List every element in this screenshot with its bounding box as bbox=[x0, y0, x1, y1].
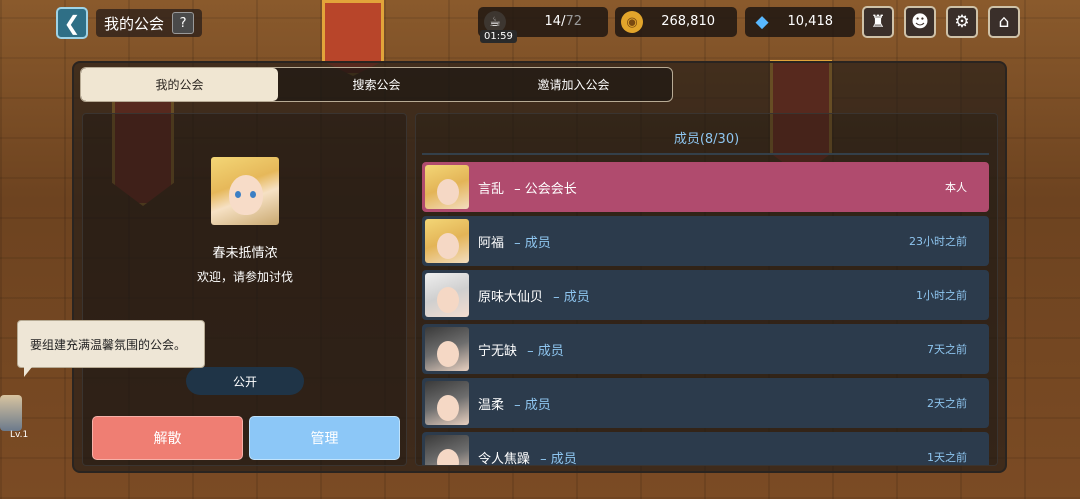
top-bar: ❮ 我的公会 ? ☕ 14/72 01:59 ◉ 268,810 ◆ 10,41… bbox=[0, 0, 1080, 46]
member-role-label: 成员 bbox=[524, 236, 551, 251]
member-role: – 公会会长 bbox=[510, 182, 577, 197]
member-role-label: 公会会长 bbox=[524, 182, 577, 197]
member-last-seen: 23小时之前 bbox=[909, 235, 967, 248]
member-row[interactable]: 温柔 – 成员 2天之前 bbox=[422, 378, 989, 428]
stamina-timer: 01:59 bbox=[480, 30, 517, 43]
member-last-seen: 1小时之前 bbox=[916, 289, 967, 302]
member-row[interactable]: 宁无缺 – 成员 7天之前 bbox=[422, 324, 989, 374]
guild-crest-icon[interactable]: ♜ bbox=[862, 6, 894, 38]
members-title: 成员(8/30) bbox=[673, 132, 740, 147]
avatar-face bbox=[437, 395, 459, 421]
back-button[interactable]: ❮ bbox=[56, 7, 88, 39]
guild-leader-avatar bbox=[211, 157, 279, 225]
member-role-label: 成员 bbox=[537, 344, 564, 359]
home-icon[interactable]: ⌂ bbox=[988, 6, 1020, 38]
manage-button[interactable]: 管理 bbox=[249, 416, 400, 460]
member-role: – 成员 bbox=[523, 344, 564, 359]
hint-tooltip: 要组建充满温馨氛围的公会。 bbox=[17, 320, 205, 377]
visibility-button[interactable]: 公开 bbox=[186, 367, 304, 395]
back-arrow-icon: ❮ bbox=[63, 11, 81, 35]
member-role-label: 成员 bbox=[550, 452, 577, 465]
member-role-label: 成员 bbox=[563, 290, 590, 305]
member-avatar bbox=[425, 219, 469, 263]
avatar-face bbox=[437, 233, 459, 259]
guild-message: 欢迎，请参加讨伐 bbox=[196, 270, 293, 284]
member-avatar bbox=[425, 381, 469, 425]
member-last-seen: 2天之前 bbox=[927, 397, 967, 410]
member-status: 本人 bbox=[945, 181, 967, 194]
gold-counter[interactable]: ◉ 268,810 bbox=[615, 7, 737, 37]
guild-name: 春未抵情浓 bbox=[212, 246, 278, 261]
member-role: – 成员 bbox=[510, 398, 551, 413]
disband-button[interactable]: 解散 bbox=[92, 416, 243, 460]
tab-bar: 我的公会 搜索公会 邀请加入公会 bbox=[80, 67, 673, 102]
member-name: 阿福 bbox=[478, 236, 505, 251]
gold-coin-icon: ◉ bbox=[621, 11, 643, 33]
member-name: 原味大仙贝 bbox=[478, 290, 544, 305]
gear-icon[interactable]: ⚙ bbox=[946, 6, 978, 38]
avatar-face bbox=[437, 287, 459, 313]
member-name: 温柔 bbox=[478, 398, 505, 413]
diamond-icon: ◆ bbox=[755, 12, 769, 32]
diamond-value: 10,418 bbox=[787, 14, 834, 29]
avatar-face bbox=[437, 341, 459, 367]
member-list[interactable]: 言乱 – 公会会长 本人 阿福 – 成员 23小时之前 原味大仙贝 – 成员 1… bbox=[422, 162, 989, 465]
member-role-label: 成员 bbox=[524, 398, 551, 413]
page-title-box: 我的公会 ? bbox=[96, 9, 203, 37]
stamina-max: 72 bbox=[565, 14, 582, 29]
member-avatar bbox=[425, 435, 469, 465]
member-avatar bbox=[425, 327, 469, 371]
member-role: – 成员 bbox=[536, 452, 577, 465]
gold-value: 268,810 bbox=[661, 14, 715, 29]
member-row[interactable]: 阿福 – 成员 23小时之前 bbox=[422, 216, 989, 266]
tab-invite-guild[interactable]: 邀请加入公会 bbox=[475, 68, 672, 101]
member-row[interactable]: 令人焦躁 – 成员 1天之前 bbox=[422, 432, 989, 465]
avatar-eye bbox=[250, 191, 256, 198]
member-last-seen: 1天之前 bbox=[927, 451, 967, 464]
member-role: – 成员 bbox=[510, 236, 551, 251]
player-character[interactable] bbox=[0, 395, 22, 431]
member-avatar bbox=[425, 165, 469, 209]
avatar-face bbox=[229, 175, 263, 215]
member-name: 令人焦躁 bbox=[478, 452, 531, 465]
member-name: 言乱 bbox=[478, 182, 505, 197]
avatar-eye bbox=[235, 191, 241, 198]
tab-search-guild[interactable]: 搜索公会 bbox=[278, 68, 475, 101]
player-level: Lv.1 bbox=[10, 430, 29, 440]
member-last-seen: 7天之前 bbox=[927, 343, 967, 356]
member-avatar bbox=[425, 273, 469, 317]
avatar-face bbox=[437, 449, 459, 465]
help-button[interactable]: ? bbox=[172, 12, 195, 34]
avatar-face bbox=[437, 179, 459, 205]
member-role: – 成员 bbox=[549, 290, 590, 305]
stamina-value: 14/ bbox=[544, 14, 566, 29]
member-row-self[interactable]: 言乱 – 公会会长 本人 bbox=[422, 162, 989, 212]
member-name: 宁无缺 bbox=[478, 344, 518, 359]
avatar-mask-icon[interactable]: ☻ bbox=[904, 6, 936, 38]
tab-my-guild[interactable]: 我的公会 bbox=[81, 68, 278, 101]
divider bbox=[422, 153, 989, 155]
page-title: 我的公会 bbox=[104, 14, 165, 33]
member-row[interactable]: 原味大仙贝 – 成员 1小时之前 bbox=[422, 270, 989, 320]
diamond-counter[interactable]: ◆ 10,418 bbox=[745, 7, 855, 37]
